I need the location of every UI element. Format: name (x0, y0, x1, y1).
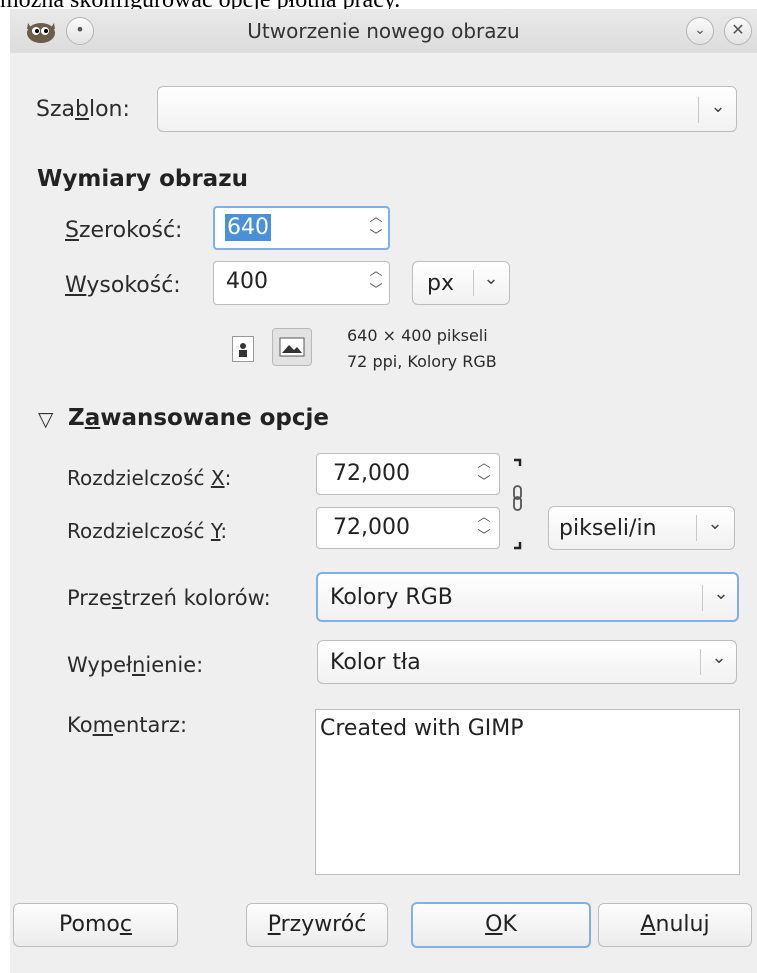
chevron-up-icon[interactable]: ︿ (365, 208, 387, 227)
comment-label: Komentarz: (67, 713, 188, 737)
fill-combo[interactable]: Kolor tła ⌄ (317, 640, 737, 684)
comment-textarea[interactable]: Created with GIMP (315, 709, 740, 875)
resolution-y-label: Rozdzielczość Y: (67, 519, 228, 543)
resolution-unit-combo[interactable]: pikseli/in ⌄ (548, 506, 735, 550)
unit-combo[interactable]: px ⌄ (412, 261, 510, 305)
title-bar[interactable]: • Utworzenie nowego obrazu ⌄ ✕ (10, 9, 757, 54)
chevron-down-icon: ⌄ (711, 647, 727, 668)
height-spin[interactable]: 400 ︿ ﹀ (213, 261, 390, 305)
unit-value: px (427, 271, 454, 296)
chevron-down-icon[interactable]: ﹀ (473, 473, 495, 492)
resolution-x-spin[interactable]: 72,000 ︿ ﹀ (316, 453, 500, 495)
chevron-down-icon: ⌄ (707, 513, 723, 534)
height-input[interactable]: 400 (226, 269, 268, 294)
resolution-x-input[interactable]: 72,000 (333, 461, 410, 486)
resolution-x-label: Rozdzielczość X: (67, 466, 232, 490)
chevron-down-icon[interactable]: ﹀ (365, 227, 387, 246)
comment-text[interactable]: Created with GIMP (320, 716, 524, 741)
colorspace-value: Kolory RGB (330, 585, 453, 610)
expander-triangle-icon[interactable]: ▽ (38, 407, 53, 431)
chevron-down-icon: ⌄ (710, 96, 726, 117)
chevron-down-icon: ⌄ (713, 583, 729, 604)
size-info-pixels: 640 × 400 pikseli (347, 326, 488, 345)
ok-button[interactable]: OK (411, 902, 591, 948)
dialog-body: Szablon: ⌄ Wymiary obrazu Szerokość: 640… (10, 53, 757, 973)
width-label: Szerokość: (65, 218, 183, 243)
width-spin[interactable]: 640 ︿ ﹀ (213, 206, 390, 250)
resolution-y-spin-arrows[interactable]: ︿ ﹀ (473, 508, 495, 548)
landscape-orientation-icon[interactable] (272, 328, 312, 366)
chain-link-icon[interactable] (506, 458, 528, 550)
close-icon[interactable]: ✕ (724, 17, 752, 45)
resolution-y-spin[interactable]: 72,000 ︿ ﹀ (316, 507, 500, 549)
template-combo[interactable]: ⌄ (157, 86, 737, 132)
fill-label: Wypełnienie: (67, 653, 204, 677)
chevron-up-icon[interactable]: ︿ (365, 262, 387, 281)
fill-value: Kolor tła (330, 650, 421, 675)
width-spin-arrows[interactable]: ︿ ﹀ (365, 208, 387, 248)
resolution-y-input[interactable]: 72,000 (333, 515, 410, 540)
chevron-down-icon[interactable]: ﹀ (365, 281, 387, 300)
size-info-resolution: 72 ppi, Kolory RGB (347, 352, 497, 371)
width-input[interactable]: 640 (225, 214, 271, 241)
image-size-heading: Wymiary obrazu (37, 166, 248, 192)
size-info: 640 × 400 pikseli 72 ppi, Kolory RGB (347, 323, 497, 375)
colorspace-combo[interactable]: Kolory RGB ⌄ (316, 572, 739, 622)
cancel-button[interactable]: Anuluj (598, 903, 752, 947)
resolution-unit-value: pikseli/in (559, 516, 657, 541)
reset-button[interactable]: Przywróć (246, 903, 388, 947)
chevron-up-icon[interactable]: ︿ (473, 508, 495, 527)
template-label: Szablon: (36, 97, 130, 122)
colorspace-label: Przestrzeń kolorów: (67, 586, 271, 610)
height-label: Wysokość: (65, 273, 181, 298)
resolution-x-spin-arrows[interactable]: ︿ ﹀ (473, 454, 495, 494)
chevron-down-icon[interactable]: ﹀ (473, 527, 495, 546)
minimize-icon[interactable]: ⌄ (686, 17, 714, 45)
advanced-options-heading[interactable]: Zawansowane opcje (68, 405, 329, 431)
chevron-up-icon[interactable]: ︿ (473, 454, 495, 473)
chevron-down-icon: ⌄ (483, 268, 499, 289)
window-title: Utworzenie nowego obrazu (247, 19, 520, 43)
height-spin-arrows[interactable]: ︿ ﹀ (365, 262, 387, 302)
help-button[interactable]: Pomoc (13, 903, 178, 947)
portrait-orientation-icon[interactable] (232, 336, 254, 362)
